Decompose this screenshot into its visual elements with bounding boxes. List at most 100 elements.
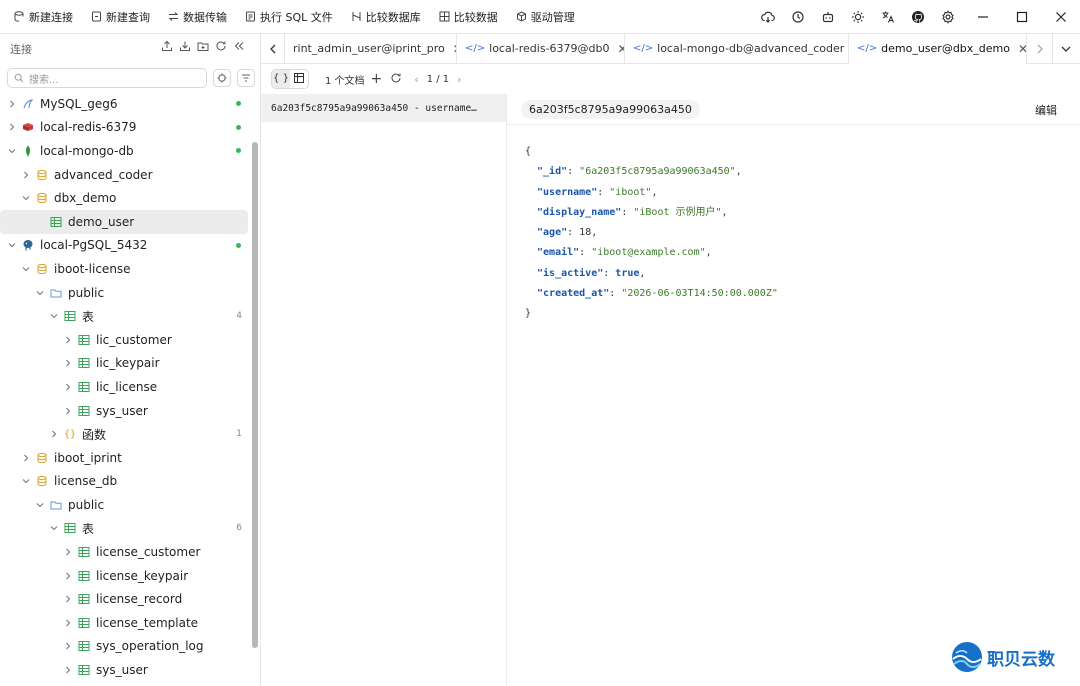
next-page-icon[interactable]: › xyxy=(457,73,461,86)
chevron-right-icon[interactable] xyxy=(62,666,74,674)
chevron-right-icon[interactable] xyxy=(62,548,74,556)
prev-page-icon[interactable]: ‹ xyxy=(414,73,418,86)
tree-node[interactable]: 表6 xyxy=(0,517,260,541)
tree-node[interactable]: local-mongo-db xyxy=(0,139,260,163)
minimize-button[interactable] xyxy=(963,0,1002,34)
compare-database-button[interactable]: 比较数据库 xyxy=(345,4,427,30)
chevron-right-icon[interactable] xyxy=(20,454,32,462)
document-detail: 6a203f5c8795a9a99063a450 编辑 {"_id": "6a2… xyxy=(507,94,1080,686)
new-connection-button[interactable]: 新建连接 xyxy=(8,4,79,30)
tree-node[interactable]: license_keypair xyxy=(0,564,260,588)
chevron-right-icon[interactable] xyxy=(20,171,32,179)
close-window-button[interactable] xyxy=(1041,0,1080,34)
table-view-button[interactable] xyxy=(290,72,308,86)
translate-icon[interactable] xyxy=(873,0,903,34)
tree-node[interactable]: sys_user xyxy=(0,658,260,682)
maximize-button[interactable] xyxy=(1002,0,1041,34)
chevron-right-icon[interactable] xyxy=(62,383,74,391)
tree-node[interactable]: local-redis-6379 xyxy=(0,116,260,140)
reload-icon[interactable] xyxy=(390,72,402,87)
tree-node-label: dbx_demo xyxy=(54,191,117,206)
chevron-down-icon[interactable] xyxy=(34,501,46,509)
chevron-right-icon[interactable] xyxy=(62,619,74,627)
chevron-down-icon[interactable] xyxy=(20,194,32,202)
driver-manager-button[interactable]: 驱动管理 xyxy=(510,4,581,30)
json-view-button[interactable]: { } xyxy=(272,70,290,88)
tree-node[interactable]: lic_customer xyxy=(0,328,260,352)
close-tab-icon[interactable]: ✕ xyxy=(445,42,456,56)
chevron-down-icon[interactable] xyxy=(6,147,18,155)
sun-theme-icon[interactable] xyxy=(843,0,873,34)
tree-node[interactable]: MySQL_geg6 xyxy=(0,92,260,116)
chevron-down-icon[interactable] xyxy=(20,265,32,273)
chevron-down-icon[interactable] xyxy=(20,477,32,485)
compare-data-button[interactable]: 比较数据 xyxy=(433,4,504,30)
run-sql-file-button[interactable]: 执行 SQL 文件 xyxy=(239,4,339,30)
chevron-right-icon[interactable] xyxy=(62,572,74,580)
add-document-icon[interactable]: + xyxy=(371,71,383,87)
chevron-down-icon[interactable] xyxy=(48,524,60,532)
sidebar-search-input[interactable]: 搜索... xyxy=(7,68,207,88)
table-icon xyxy=(78,664,90,676)
tree-node[interactable]: sys_operation_log xyxy=(0,635,260,659)
tree-node[interactable]: advanced_coder xyxy=(0,163,260,187)
sidebar-scrollbar[interactable] xyxy=(252,142,258,648)
tree-node[interactable]: license_template xyxy=(0,611,260,635)
tab-redis[interactable]: </>local-redis-6379@db0✕ xyxy=(457,33,625,64)
chevron-down-icon[interactable] xyxy=(34,289,46,297)
tab-label: demo_user@dbx_demo xyxy=(881,42,1010,55)
filter-button[interactable] xyxy=(237,69,255,87)
tree-node-label: license_template xyxy=(96,615,199,630)
tab-scroll-right[interactable] xyxy=(1027,33,1053,64)
tree-node[interactable]: demo_user xyxy=(0,209,248,234)
tab-scroll-left[interactable] xyxy=(261,33,285,64)
tree-node[interactable]: public xyxy=(0,281,260,305)
tab-demo-user[interactable]: </>demo_user@dbx_demo✕ xyxy=(849,33,1027,64)
tree-node[interactable]: license_db xyxy=(0,470,260,494)
tree-node-label: demo_user xyxy=(68,214,135,229)
chevron-right-icon[interactable] xyxy=(6,100,18,108)
github-icon[interactable] xyxy=(903,0,933,34)
new-query-button[interactable]: 新建查询 xyxy=(85,4,156,30)
chevron-right-icon[interactable] xyxy=(62,642,74,650)
chevron-down-icon[interactable] xyxy=(6,241,18,249)
data-transfer-button[interactable]: 数据传输 xyxy=(162,4,233,30)
tree-node[interactable]: lic_license xyxy=(0,375,260,399)
tree-node[interactable]: local-PgSQL_5432 xyxy=(0,234,260,258)
new-folder-icon[interactable] xyxy=(194,40,212,55)
tree-node[interactable]: lic_keypair xyxy=(0,352,260,376)
chevron-right-icon[interactable] xyxy=(48,430,60,438)
close-tab-icon[interactable]: ✕ xyxy=(1010,42,1026,56)
settings-gear-icon[interactable] xyxy=(933,0,963,34)
close-tab-icon[interactable]: ✕ xyxy=(610,42,625,56)
edit-button[interactable]: 编辑 xyxy=(1035,102,1057,118)
chevron-right-icon[interactable] xyxy=(62,359,74,367)
chevron-down-icon[interactable] xyxy=(48,312,60,320)
tree-node[interactable]: iboot_iprint xyxy=(0,446,260,470)
chevron-right-icon[interactable] xyxy=(6,123,18,131)
tab-list-dropdown[interactable] xyxy=(1053,34,1079,64)
tab-admin-user[interactable]: rint_admin_user@iprint_pro✕ xyxy=(285,33,457,64)
tab-mongo[interactable]: </>local-mongo-db@advanced_coder✕ xyxy=(625,33,849,64)
export-icon[interactable] xyxy=(158,40,176,55)
tree-node[interactable]: {} 函数 1 xyxy=(0,422,260,446)
tree-node[interactable]: 表4 xyxy=(0,304,260,328)
collapse-sidebar-icon[interactable] xyxy=(230,40,248,55)
tree-node[interactable]: iboot-license xyxy=(0,257,260,281)
chevron-right-icon[interactable] xyxy=(62,336,74,344)
tree-node[interactable]: license_record xyxy=(0,587,260,611)
json-viewer[interactable]: {"_id": "6a203f5c8795a9a99063a450", "user… xyxy=(525,142,778,325)
robot-icon[interactable] xyxy=(813,0,843,34)
cloud-sync-icon[interactable] xyxy=(753,0,783,34)
locate-button[interactable] xyxy=(213,69,231,87)
refresh-icon[interactable] xyxy=(212,40,230,55)
chevron-right-icon[interactable] xyxy=(62,407,74,415)
tree-node[interactable]: dbx_demo xyxy=(0,186,260,210)
document-list-item[interactable]: 6a203f5c8795a9a99063a450 - username… xyxy=(261,94,506,122)
tree-node[interactable]: public xyxy=(0,493,260,517)
import-icon[interactable] xyxy=(176,40,194,55)
history-icon[interactable] xyxy=(783,0,813,34)
tree-node[interactable]: license_customer xyxy=(0,540,260,564)
tree-node[interactable]: sys_user xyxy=(0,399,260,423)
chevron-right-icon[interactable] xyxy=(62,595,74,603)
